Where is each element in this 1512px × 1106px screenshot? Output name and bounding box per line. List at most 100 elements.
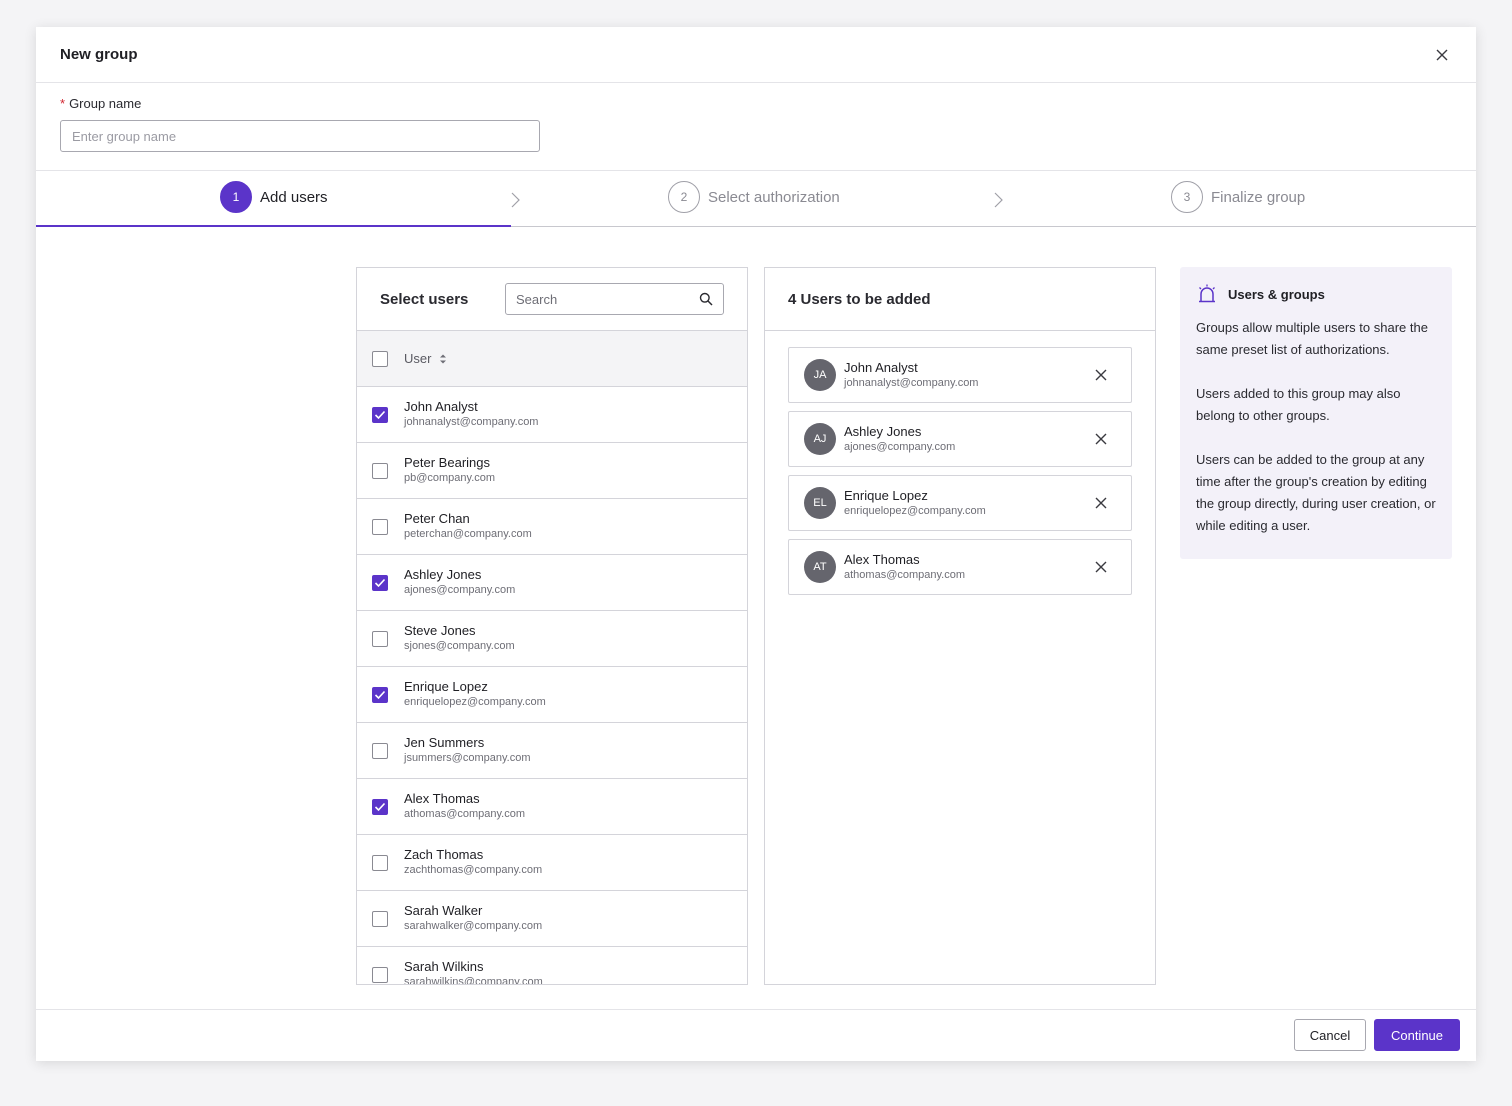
user-list: John Analyst johnanalyst@company.com Peter… <box>357 387 747 984</box>
close-icon <box>1095 369 1107 381</box>
user-checkbox[interactable] <box>372 910 388 927</box>
user-name: Peter Chan <box>404 511 470 526</box>
user-row[interactable]: Peter Bearings pb@company.com <box>357 443 747 499</box>
user-row[interactable]: Zach Thomas zachthomas@company.com <box>357 835 747 891</box>
search-input[interactable] <box>516 291 686 307</box>
user-name: John Analyst <box>404 399 478 414</box>
user-info: Enrique Lopez enriquelopez@company.com <box>404 679 546 710</box>
cancel-button[interactable]: Cancel <box>1294 1019 1366 1051</box>
user-name: Alex Thomas <box>404 791 480 806</box>
step-select-authorization[interactable]: 2 Select authorization <box>668 181 840 213</box>
new-group-dialog: New group *Group name 1 Add users 2 Sele… <box>36 27 1476 1061</box>
user-checkbox[interactable] <box>372 406 388 423</box>
user-checkbox[interactable] <box>372 462 388 479</box>
user-email: athomas@company.com <box>844 568 966 581</box>
checkmark-icon <box>374 690 386 699</box>
remove-user-button[interactable] <box>1093 431 1109 447</box>
user-info: Ashley Jones ajones@company.com <box>404 567 515 598</box>
select-users-panel: Select users User John Analyst johnanalys… <box>356 267 748 985</box>
column-header-user[interactable]: User <box>404 351 431 366</box>
user-info: John Analyst johnanalyst@company.com <box>844 360 978 391</box>
user-row[interactable]: Alex Thomas athomas@company.com <box>357 779 747 835</box>
selected-user-card: AJ Ashley Jones ajones@company.com <box>788 411 1132 467</box>
user-info: Alex Thomas athomas@company.com <box>404 791 525 822</box>
user-info: Peter Bearings pb@company.com <box>404 455 495 486</box>
search-field[interactable] <box>505 283 724 315</box>
user-name: Sarah Walker <box>404 903 483 918</box>
select-users-header: Select users <box>357 268 747 331</box>
step-finalize-group[interactable]: 3 Finalize group <box>1171 181 1305 213</box>
user-email: sarahwalker@company.com <box>404 920 543 932</box>
user-info: Sarah Walker sarahwalker@company.com <box>404 903 542 934</box>
user-row[interactable]: Enrique Lopez enriquelopez@company.com <box>357 667 747 723</box>
user-email: sjones@company.com <box>404 640 515 652</box>
remove-user-button[interactable] <box>1093 367 1109 383</box>
dialog-header: New group <box>36 27 1476 83</box>
step-number: 1 <box>220 181 252 213</box>
user-row[interactable]: John Analyst johnanalyst@company.com <box>357 387 747 443</box>
step-number: 2 <box>668 181 700 213</box>
user-row[interactable]: Steve Jones sjones@company.com <box>357 611 747 667</box>
chevron-right-icon <box>511 192 520 208</box>
user-name: Enrique Lopez <box>404 679 488 694</box>
user-name: Sarah Wilkins <box>404 959 484 974</box>
close-icon <box>1095 433 1107 445</box>
user-email: athomas@company.com <box>404 808 526 820</box>
user-row[interactable]: Jen Summers jsummers@company.com <box>357 723 747 779</box>
user-checkbox[interactable] <box>372 966 388 983</box>
user-checkbox[interactable] <box>372 630 388 647</box>
info-paragraph: Users can be added to the group at any t… <box>1196 452 1436 533</box>
step-label: Add users <box>260 188 328 206</box>
avatar: AJ <box>804 423 836 455</box>
checkmark-icon <box>374 802 386 811</box>
table-header: User <box>357 331 747 387</box>
user-checkbox[interactable] <box>372 742 388 759</box>
remove-user-button[interactable] <box>1093 495 1109 511</box>
avatar: EL <box>804 487 836 519</box>
user-info: Ashley Jones ajones@company.com <box>844 424 955 455</box>
sort-icon[interactable] <box>439 353 447 365</box>
user-checkbox[interactable] <box>372 854 388 871</box>
user-email: ajones@company.com <box>844 440 956 453</box>
users-to-add-panel: 4 Users to be added JA John Analyst johnan… <box>764 267 1156 985</box>
user-name: Peter Bearings <box>404 455 490 470</box>
user-row[interactable]: Peter Chan peterchan@company.com <box>357 499 747 555</box>
user-email: jsummers@company.com <box>404 752 531 764</box>
info-title: Users & groups <box>1228 286 1325 302</box>
user-info: Steve Jones sjones@company.com <box>404 623 515 654</box>
continue-button[interactable]: Continue <box>1374 1019 1460 1051</box>
avatar: JA <box>804 359 836 391</box>
user-info: Peter Chan peterchan@company.com <box>404 511 532 542</box>
step-add-users[interactable]: 1 Add users <box>220 181 328 213</box>
user-email: johnanalyst@company.com <box>844 376 979 389</box>
user-info: Sarah Wilkins sarahwilkins@company.com <box>404 959 543 984</box>
active-step-indicator <box>36 225 511 227</box>
user-checkbox[interactable] <box>372 798 388 815</box>
user-row[interactable]: Sarah Walker sarahwalker@company.com <box>357 891 747 947</box>
remove-user-button[interactable] <box>1093 559 1109 575</box>
selected-user-card: EL Enrique Lopez enriquelopez@company.com <box>788 475 1132 531</box>
group-name-field: * Group name <box>36 83 1476 170</box>
user-name: Zach Thomas <box>404 847 484 862</box>
user-email: enriquelopez@company.com <box>844 504 986 517</box>
selected-user-card: AT Alex Thomas athomas@company.com <box>788 539 1132 595</box>
user-email: ajones@company.com <box>404 584 516 596</box>
close-icon <box>1095 497 1107 509</box>
search-icon[interactable] <box>699 292 713 306</box>
close-button[interactable] <box>1432 45 1452 65</box>
user-checkbox[interactable] <box>372 574 388 591</box>
select-users-title: Select users <box>380 290 469 308</box>
dialog-title: New group <box>60 46 138 63</box>
user-checkbox[interactable] <box>372 686 388 703</box>
user-row[interactable]: Sarah Wilkins sarahwilkins@company.com <box>357 947 747 984</box>
user-email: sarahwilkins@company.com <box>404 976 543 984</box>
group-name-input[interactable] <box>60 120 540 152</box>
info-card: Users & groups Groups allow multiple use… <box>1180 267 1452 559</box>
info-paragraph: Users added to this group may also belon… <box>1196 386 1401 423</box>
info-header: Users & groups <box>1196 283 1436 305</box>
user-checkbox[interactable] <box>372 518 388 535</box>
checkmark-icon <box>374 410 386 419</box>
select-all-checkbox[interactable] <box>372 350 388 367</box>
user-row[interactable]: Ashley Jones ajones@company.com <box>357 555 747 611</box>
progress-stepper: 1 Add users 2 Select authorization 3 Fin… <box>36 170 1476 227</box>
